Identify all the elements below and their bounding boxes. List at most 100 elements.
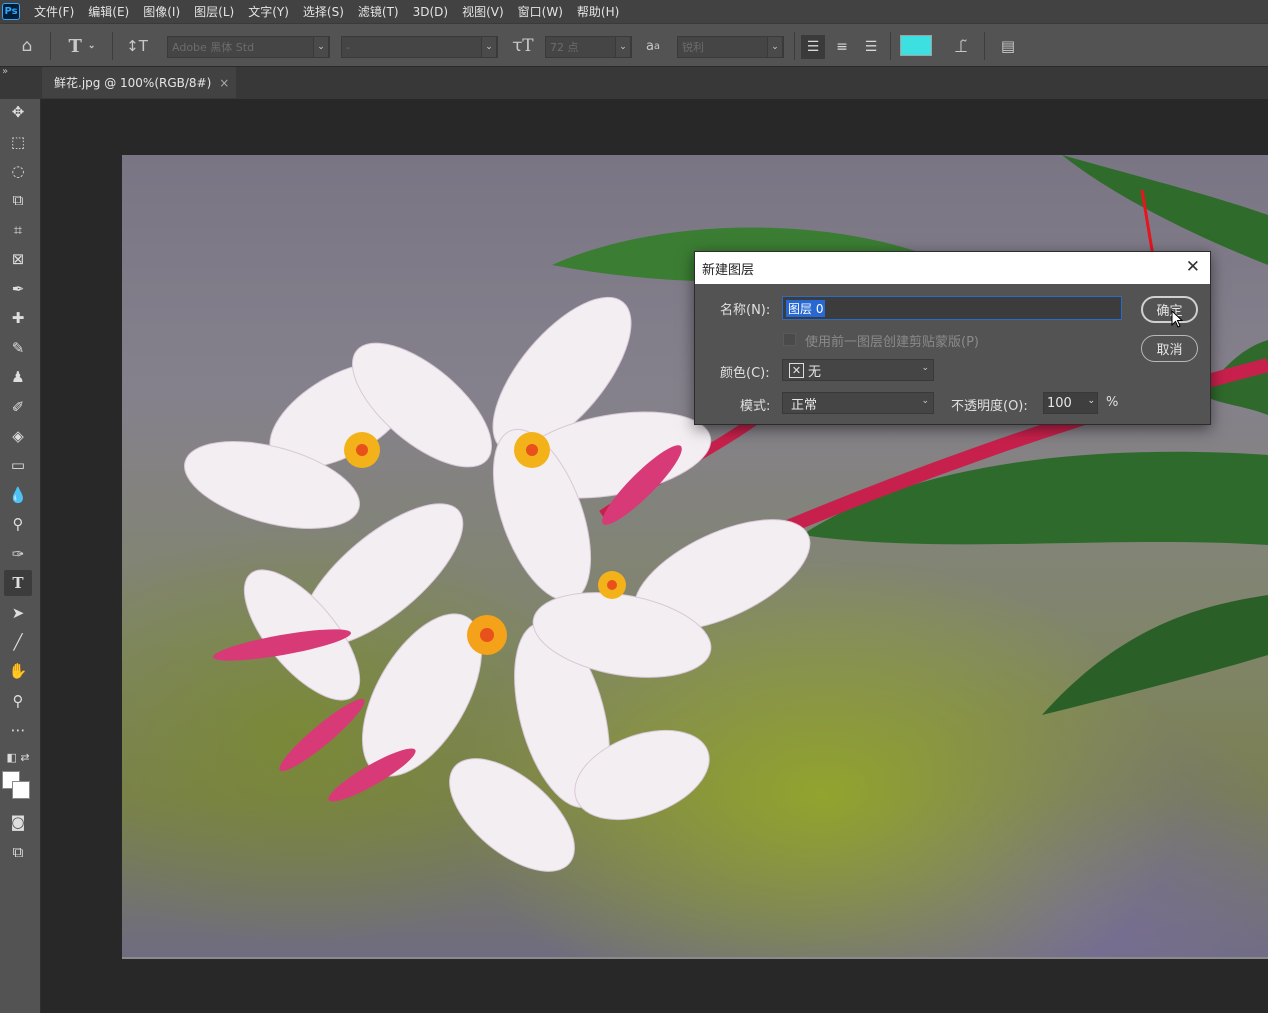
photoshop-logo-icon[interactable]: Ps: [2, 3, 20, 20]
divider: [50, 32, 51, 60]
new-layer-dialog: 新建图层 ✕ 名称(N): 图层 0 使用前一图层创建剪贴蒙版(P) 颜色(C)…: [694, 251, 1211, 425]
more-tools-icon[interactable]: ⋯: [4, 717, 32, 743]
document-tab-row: 鲜花.jpg @ 100%(RGB/8#) ×: [0, 67, 1268, 99]
collapse-panel-icon[interactable]: »: [2, 66, 8, 77]
path-selection-tool-icon[interactable]: ➤: [4, 600, 32, 626]
eraser-tool-icon[interactable]: ◈: [4, 423, 32, 449]
divider: [794, 32, 795, 60]
frame-tool-icon[interactable]: ⊠: [4, 246, 32, 272]
ok-button[interactable]: 确定: [1141, 296, 1198, 323]
antialias-icon-letter: a: [645, 38, 654, 54]
stamp-tool-icon[interactable]: ♟: [4, 364, 32, 390]
divider: [984, 32, 985, 60]
hand-tool-icon[interactable]: ✋: [4, 658, 32, 684]
menu-help[interactable]: 帮助(H): [577, 3, 619, 20]
menu-view[interactable]: 视图(V): [462, 3, 504, 20]
move-tool-icon[interactable]: ✥: [4, 99, 32, 125]
divider: [112, 32, 113, 60]
font-style-dropdown[interactable]: - ⌄: [341, 36, 498, 58]
chevron-down-icon: ⌄: [921, 363, 929, 373]
layer-name-value: 图层 0: [786, 299, 826, 317]
line-tool-icon[interactable]: ╱: [4, 629, 32, 655]
menu-select[interactable]: 选择(S): [303, 3, 344, 20]
no-color-icon: ✕: [789, 362, 804, 378]
background-color-swatch[interactable]: [12, 781, 30, 799]
lasso-tool-icon[interactable]: ◌: [4, 158, 32, 184]
font-size-value: 72 点: [550, 41, 579, 54]
menu-type[interactable]: 文字(Y): [248, 3, 289, 20]
text-color-swatch[interactable]: [900, 35, 932, 56]
swap-colors-icon[interactable]: ◧ ⇄: [4, 744, 32, 770]
warp-text-icon[interactable]: ⊥̃: [946, 24, 976, 68]
name-label: 名称(N):: [720, 303, 771, 318]
divider: [890, 32, 891, 60]
clipping-mask-label: 使用前一图层创建剪贴蒙版(P): [805, 335, 979, 350]
chevron-down-icon: ⌄: [481, 36, 497, 58]
quick-mask-icon[interactable]: ◙: [4, 809, 32, 835]
color-select[interactable]: ✕ 无 ⌄: [782, 359, 934, 381]
antialias-dropdown[interactable]: 锐利 ⌄: [677, 36, 784, 58]
color-value: 无: [808, 364, 822, 380]
document-tab[interactable]: 鲜花.jpg @ 100%(RGB/8#) ×: [42, 67, 236, 98]
menu-bar: Ps 文件(F) 编辑(E) 图像(I) 图层(L) 文字(Y) 选择(S) 滤…: [0, 0, 1268, 23]
chevron-down-icon: ⌄: [615, 36, 631, 58]
pen-tool-icon[interactable]: ✑: [4, 541, 32, 567]
font-size-icon: ꚍT: [512, 36, 534, 56]
font-family-value: Adobe 黑体 Std: [172, 41, 255, 54]
antialias-icon-letter-small: a: [653, 40, 661, 52]
antialias-value: 锐利: [682, 41, 704, 54]
layer-name-input[interactable]: 图层 0: [782, 296, 1122, 320]
marquee-tool-icon[interactable]: ⬚: [4, 129, 32, 155]
chevron-down-icon: ⌄: [921, 396, 929, 406]
font-style-value: -: [346, 40, 350, 54]
screen-mode-icon[interactable]: ⧉: [4, 839, 32, 865]
healing-brush-tool-icon[interactable]: ✚: [4, 305, 32, 331]
opacity-label: 不透明度(O):: [951, 399, 1028, 414]
zoom-tool-icon[interactable]: ⚲: [4, 688, 32, 714]
brush-tool-icon[interactable]: ✎: [4, 335, 32, 361]
close-icon[interactable]: ✕: [1186, 257, 1200, 277]
mouse-cursor-icon: [1171, 310, 1183, 328]
font-family-dropdown[interactable]: Adobe 黑体 Std ⌄: [167, 36, 330, 58]
font-size-dropdown[interactable]: 72 点 ⌄: [545, 36, 632, 58]
close-icon[interactable]: ×: [219, 76, 229, 90]
align-center-icon[interactable]: ≡: [830, 35, 854, 59]
chevron-down-icon[interactable]: ⌄: [1087, 396, 1095, 406]
gradient-tool-icon[interactable]: ▭: [4, 452, 32, 478]
blur-tool-icon[interactable]: 💧: [4, 482, 32, 508]
document-tab-title: 鲜花.jpg @ 100%(RGB/8#): [54, 76, 212, 90]
dialog-title: 新建图层: [702, 262, 755, 278]
opacity-input[interactable]: 100 ⌄: [1043, 392, 1098, 414]
align-right-icon[interactable]: ☰: [859, 35, 883, 59]
history-brush-tool-icon[interactable]: ✐: [4, 394, 32, 420]
dialog-titlebar: 新建图层 ✕: [695, 252, 1210, 284]
object-selection-tool-icon[interactable]: ⧉: [4, 187, 32, 213]
mode-label: 模式:: [740, 399, 771, 414]
clipping-mask-checkbox[interactable]: [783, 333, 796, 346]
chevron-down-icon: ⌄: [313, 36, 329, 58]
menu-layer[interactable]: 图层(L): [194, 3, 234, 20]
eyedropper-tool-icon[interactable]: ✒: [4, 276, 32, 302]
crop-tool-icon[interactable]: ⌗: [4, 217, 32, 243]
text-orientation-icon[interactable]: ↕T: [124, 24, 150, 68]
mode-select[interactable]: 正常 ⌄: [782, 392, 934, 414]
menu-filter[interactable]: 滤镜(T): [358, 3, 399, 20]
tools-panel: ✥ ⬚ ◌ ⧉ ⌗ ⊠ ✒ ✚ ✎ ♟ ✐ ◈ ▭ 💧 ⚲ ✑ T ➤ ╱ ✋ …: [0, 99, 41, 1013]
character-panel-icon[interactable]: ▤: [995, 24, 1021, 68]
chevron-down-icon: ⌄: [767, 36, 783, 58]
menu-3d[interactable]: 3D(D): [413, 5, 448, 19]
home-icon[interactable]: ⌂: [14, 24, 40, 68]
type-tool-icon[interactable]: T: [4, 570, 32, 596]
menu-image[interactable]: 图像(I): [143, 3, 180, 20]
menu-edit[interactable]: 编辑(E): [88, 3, 129, 20]
menu-file[interactable]: 文件(F): [34, 3, 74, 20]
antialias-icon: aa: [642, 24, 664, 68]
opacity-unit: %: [1106, 395, 1119, 410]
menu-window[interactable]: 窗口(W): [518, 3, 563, 20]
cancel-button[interactable]: 取消: [1141, 335, 1198, 362]
mode-value: 正常: [791, 397, 818, 413]
type-tool-preset-icon[interactable]: T ⌄: [62, 24, 102, 68]
dodge-tool-icon[interactable]: ⚲: [4, 511, 32, 537]
align-left-icon[interactable]: ☰: [801, 35, 825, 59]
color-label: 颜色(C):: [720, 366, 770, 381]
